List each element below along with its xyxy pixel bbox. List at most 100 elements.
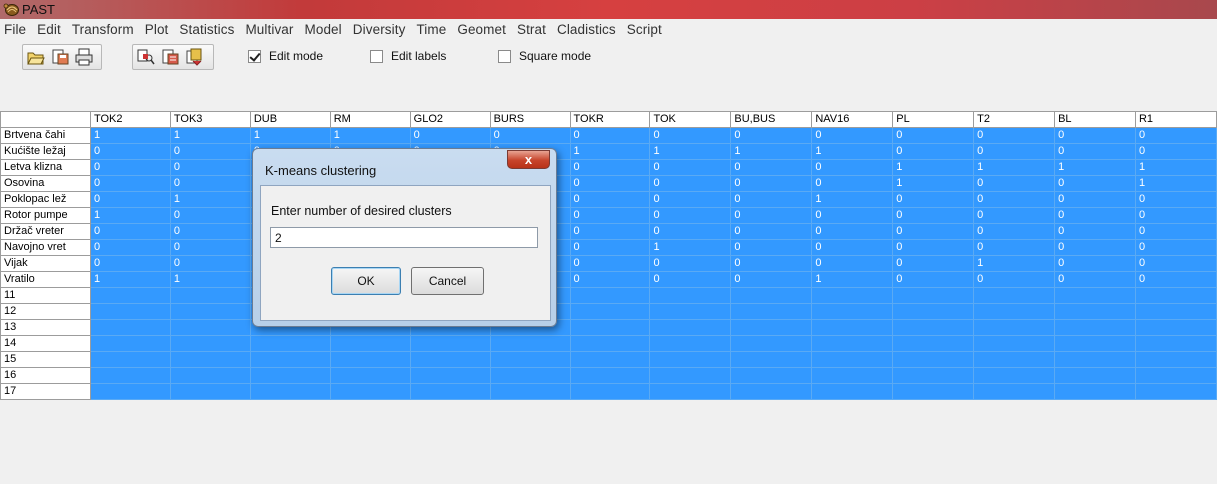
- data-cell[interactable]: [730, 383, 813, 400]
- row-header[interactable]: Osovina: [0, 175, 91, 192]
- data-cell[interactable]: [169, 351, 251, 368]
- data-cell[interactable]: [169, 367, 251, 384]
- data-cell[interactable]: 0: [1054, 271, 1136, 288]
- data-cell[interactable]: 0: [569, 127, 651, 144]
- data-cell[interactable]: [730, 335, 813, 352]
- data-cell[interactable]: [730, 287, 813, 304]
- corner-cell[interactable]: [0, 111, 91, 128]
- data-cell[interactable]: 0: [569, 191, 651, 208]
- data-cell[interactable]: [811, 303, 894, 320]
- data-cell[interactable]: [730, 351, 813, 368]
- data-cell[interactable]: [409, 367, 491, 384]
- data-cell[interactable]: [1054, 335, 1136, 352]
- data-cell[interactable]: [973, 335, 1056, 352]
- data-cell[interactable]: 1: [169, 127, 251, 144]
- data-cell[interactable]: [1134, 367, 1217, 384]
- row-header[interactable]: Letva klizna: [0, 159, 91, 176]
- data-cell[interactable]: 0: [89, 175, 171, 192]
- data-cell[interactable]: 0: [811, 159, 894, 176]
- row-header[interactable]: 17: [0, 383, 91, 400]
- menu-geomet[interactable]: Geomet: [457, 22, 506, 37]
- data-cell[interactable]: 0: [1134, 255, 1217, 272]
- data-cell[interactable]: 0: [169, 207, 251, 224]
- data-cell[interactable]: 0: [892, 271, 975, 288]
- row-header[interactable]: Vratilo: [0, 271, 91, 288]
- data-cell[interactable]: [329, 367, 411, 384]
- data-cell[interactable]: [973, 287, 1056, 304]
- data-cell[interactable]: [89, 303, 171, 320]
- data-cell[interactable]: 0: [569, 159, 651, 176]
- data-cell[interactable]: [973, 319, 1056, 336]
- data-cell[interactable]: [892, 287, 975, 304]
- data-cell[interactable]: [89, 351, 171, 368]
- data-cell[interactable]: 0: [892, 255, 975, 272]
- data-cell[interactable]: [892, 351, 975, 368]
- data-cell[interactable]: [811, 335, 894, 352]
- data-cell[interactable]: 1: [89, 271, 171, 288]
- print-icon[interactable]: [73, 47, 95, 67]
- data-cell[interactable]: [973, 351, 1056, 368]
- data-cell[interactable]: 1: [892, 175, 975, 192]
- data-cell[interactable]: 0: [1134, 239, 1217, 256]
- data-cell[interactable]: [569, 335, 651, 352]
- data-cell[interactable]: 1: [1054, 159, 1136, 176]
- data-cell[interactable]: [892, 367, 975, 384]
- data-cell[interactable]: [649, 287, 732, 304]
- data-cell[interactable]: 0: [569, 175, 651, 192]
- data-cell[interactable]: [489, 351, 571, 368]
- row-header[interactable]: 15: [0, 351, 91, 368]
- edit-mode-checkbox[interactable]: Edit mode: [248, 49, 323, 63]
- row-header[interactable]: Poklopac lež: [0, 191, 91, 208]
- data-cell[interactable]: 1: [1134, 159, 1217, 176]
- data-cell[interactable]: 0: [973, 223, 1056, 240]
- data-cell[interactable]: [249, 367, 331, 384]
- data-cell[interactable]: [249, 351, 331, 368]
- menu-time[interactable]: Time: [416, 22, 446, 37]
- data-cell[interactable]: 0: [892, 127, 975, 144]
- data-cell[interactable]: [973, 303, 1056, 320]
- menu-file[interactable]: File: [4, 22, 26, 37]
- row-header[interactable]: Navojno vret: [0, 239, 91, 256]
- data-cell[interactable]: 1: [89, 207, 171, 224]
- data-cell[interactable]: 0: [811, 239, 894, 256]
- data-cell[interactable]: [892, 335, 975, 352]
- data-cell[interactable]: 0: [649, 255, 732, 272]
- data-cell[interactable]: 0: [973, 191, 1056, 208]
- data-cell[interactable]: 1: [649, 239, 732, 256]
- data-cell[interactable]: [811, 319, 894, 336]
- column-header[interactable]: R1: [1134, 111, 1217, 128]
- column-header[interactable]: T2: [973, 111, 1056, 128]
- paste-icon[interactable]: [159, 47, 181, 67]
- data-cell[interactable]: 1: [89, 127, 171, 144]
- data-cell[interactable]: 1: [973, 255, 1056, 272]
- data-cell[interactable]: 0: [489, 127, 571, 144]
- data-cell[interactable]: 1: [811, 191, 894, 208]
- data-cell[interactable]: 0: [89, 223, 171, 240]
- data-cell[interactable]: 0: [730, 159, 813, 176]
- data-cell[interactable]: 0: [973, 207, 1056, 224]
- data-cell[interactable]: 0: [973, 175, 1056, 192]
- data-cell[interactable]: [249, 383, 331, 400]
- menu-transform[interactable]: Transform: [72, 22, 134, 37]
- data-cell[interactable]: 0: [89, 159, 171, 176]
- data-cell[interactable]: 1: [1134, 175, 1217, 192]
- data-cell[interactable]: [1134, 335, 1217, 352]
- menu-multivar[interactable]: Multivar: [245, 22, 293, 37]
- data-cell[interactable]: 0: [569, 239, 651, 256]
- data-cell[interactable]: 1: [329, 127, 411, 144]
- data-cell[interactable]: 0: [811, 255, 894, 272]
- data-cell[interactable]: [89, 287, 171, 304]
- data-cell[interactable]: [649, 383, 732, 400]
- data-cell[interactable]: [569, 383, 651, 400]
- data-cell[interactable]: 0: [649, 159, 732, 176]
- data-cell[interactable]: 0: [169, 143, 251, 160]
- data-cell[interactable]: 1: [169, 191, 251, 208]
- data-cell[interactable]: 0: [1054, 255, 1136, 272]
- data-cell[interactable]: 0: [973, 271, 1056, 288]
- data-cell[interactable]: 0: [973, 239, 1056, 256]
- data-cell[interactable]: [730, 303, 813, 320]
- data-cell[interactable]: 0: [89, 255, 171, 272]
- data-cell[interactable]: 0: [169, 239, 251, 256]
- data-cell[interactable]: 0: [409, 127, 491, 144]
- data-cell[interactable]: 0: [730, 207, 813, 224]
